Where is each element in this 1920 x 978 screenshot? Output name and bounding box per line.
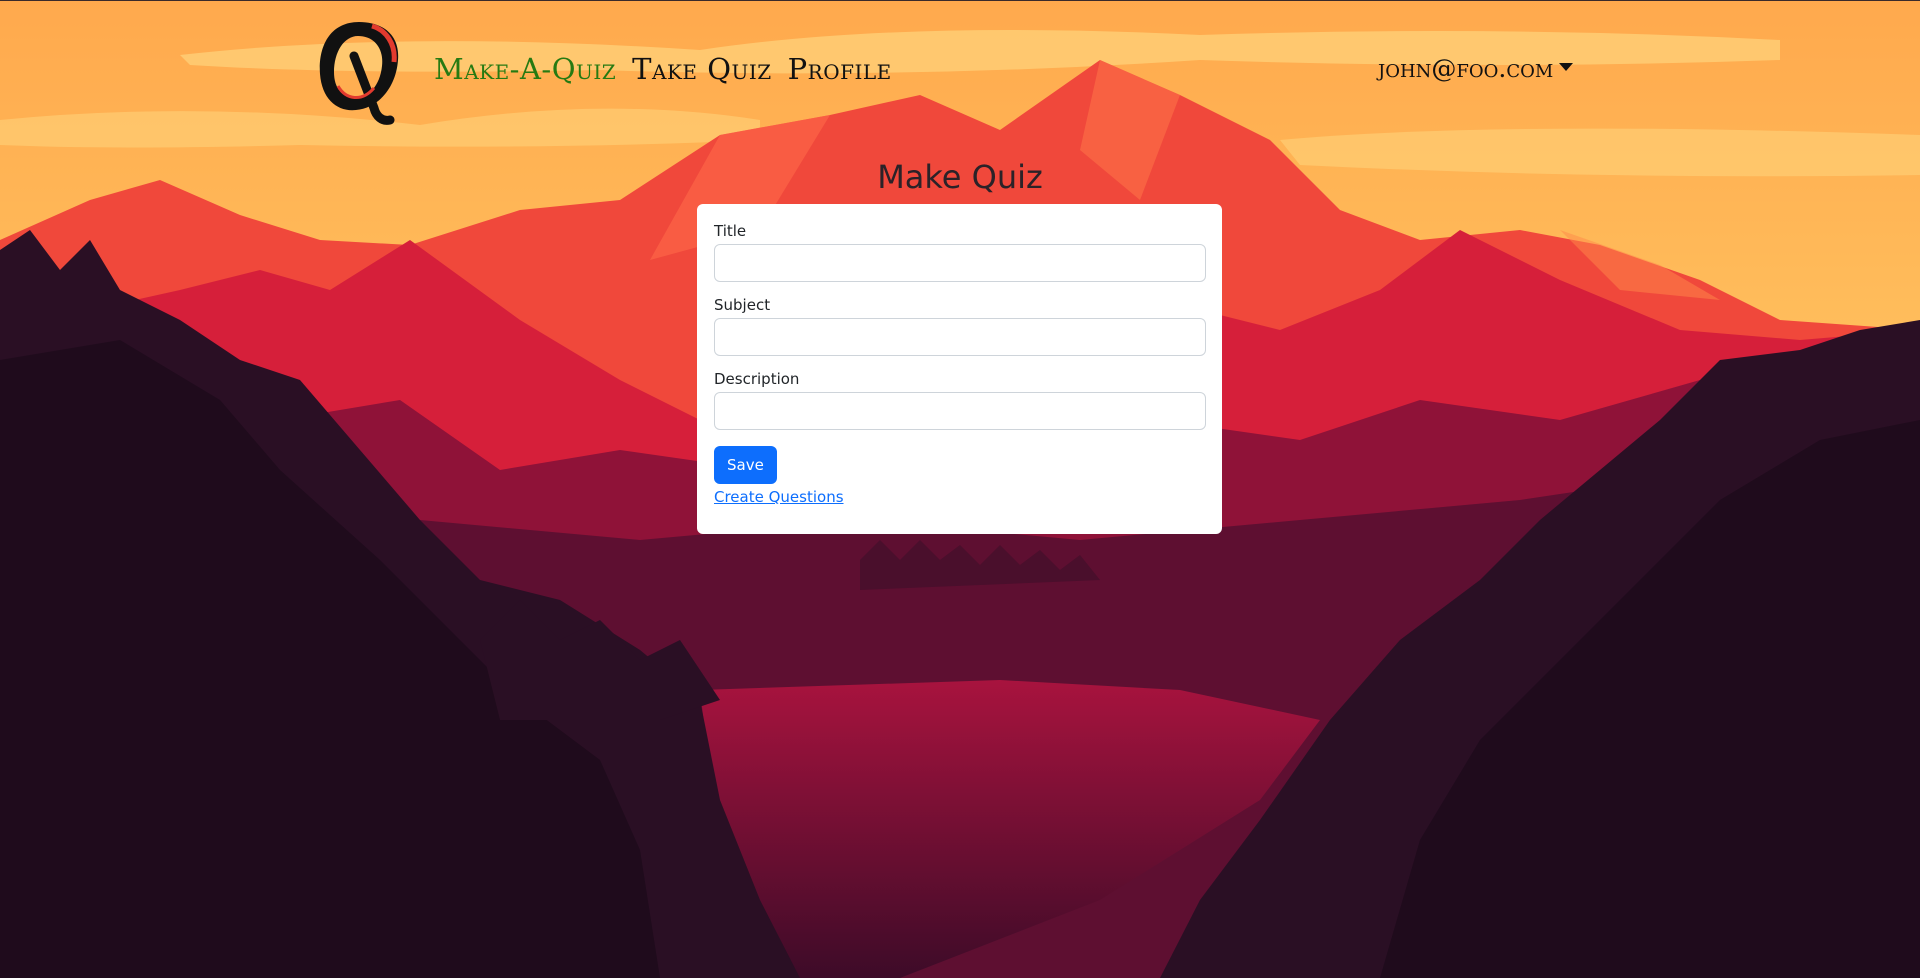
description-label: Description — [714, 370, 800, 388]
save-button[interactable]: Save — [714, 446, 777, 484]
create-questions-link[interactable]: Create Questions — [714, 488, 1205, 506]
make-quiz-form-card: Title Subject Description Save Create Qu… — [697, 204, 1222, 534]
nav-link-make-a-quiz[interactable]: Make-A-Quiz — [434, 52, 616, 86]
description-field-group: Description — [714, 370, 1206, 430]
subject-label: Subject — [714, 296, 771, 314]
quiz-q-logo-icon[interactable] — [314, 16, 404, 128]
nav-link-take-quiz[interactable]: Take Quiz — [632, 52, 771, 86]
nav-links: Make-A-Quiz Take Quiz Profile — [434, 52, 892, 86]
description-input[interactable] — [714, 392, 1206, 430]
user-email: john@foo.com — [1378, 54, 1554, 83]
title-field-group: Title — [714, 222, 1206, 282]
nav-link-profile[interactable]: Profile — [788, 52, 892, 86]
page-root: Make-A-Quiz Take Quiz Profile john@foo.c… — [0, 0, 1920, 978]
user-dropdown-toggle[interactable]: john@foo.com — [1378, 54, 1574, 83]
title-input[interactable] — [714, 244, 1206, 282]
top-navbar: Make-A-Quiz Take Quiz Profile john@foo.c… — [0, 0, 1920, 140]
subject-input[interactable] — [714, 318, 1206, 356]
caret-down-icon — [1559, 62, 1574, 71]
title-label: Title — [714, 222, 747, 240]
page-title: Make Quiz — [877, 158, 1043, 196]
subject-field-group: Subject — [714, 296, 1206, 356]
